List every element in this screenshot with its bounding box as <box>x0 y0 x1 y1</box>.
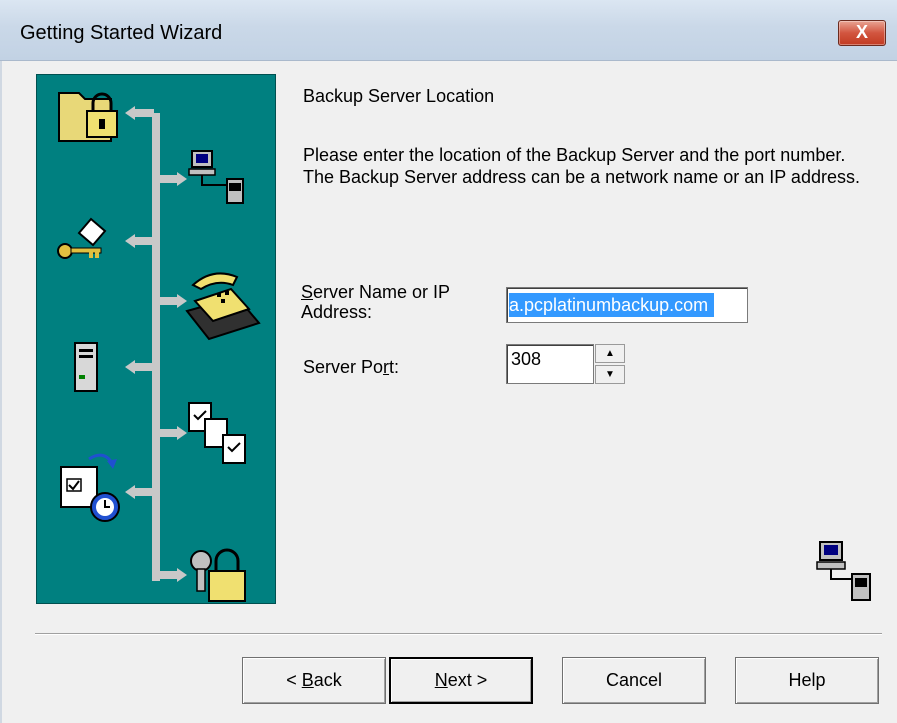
connector-line <box>152 113 160 581</box>
back-button[interactable]: < Back <box>242 657 386 704</box>
network-computers-icon <box>188 150 244 204</box>
arrow-up-icon: ▲ <box>605 348 615 359</box>
window-title: Getting Started Wizard <box>20 22 223 44</box>
keys-lock-icon <box>190 548 246 602</box>
port-spinner: ▲ ▼ <box>595 344 627 384</box>
phone-icon <box>185 272 261 341</box>
server-name-input[interactable]: a.pcplatinumbackup.com <box>506 287 748 323</box>
wizard-banner <box>36 74 276 604</box>
server-port-input[interactable]: 308 <box>506 344 594 384</box>
server-label-text: erver Name or IP Address: <box>301 282 450 322</box>
title-bar[interactable]: Getting Started Wizard X <box>0 0 897 61</box>
page-heading: Backup Server Location <box>303 86 495 106</box>
key-icon <box>57 217 107 259</box>
schedule-icon <box>60 453 120 522</box>
arrow-down-icon: ▼ <box>605 369 615 380</box>
documents-icon <box>188 402 246 464</box>
server-icon <box>74 342 98 392</box>
spin-up-button[interactable]: ▲ <box>595 344 625 363</box>
help-button-label: Help <box>788 670 826 690</box>
next-button-mnemonic: N <box>434 670 448 690</box>
footer-separator <box>35 633 882 635</box>
next-button[interactable]: Next > <box>389 657 533 704</box>
close-button[interactable]: X <box>838 20 886 46</box>
port-label-pre: Server Po <box>303 357 384 377</box>
back-button-mnemonic: B <box>301 670 314 690</box>
wizard-steps-graphic <box>57 92 261 602</box>
cancel-button[interactable]: Cancel <box>562 657 706 704</box>
help-button[interactable]: Help <box>735 657 879 704</box>
wizard-window: Getting Started Wizard X Backup Server L… <box>0 0 897 723</box>
port-label-post: t: <box>389 357 400 377</box>
server-name-label: Server Name or IP Address: <box>301 282 501 322</box>
network-computers-icon <box>816 541 871 601</box>
server-label-mnemonic: S <box>301 282 314 302</box>
cancel-button-label: Cancel <box>605 670 663 690</box>
folder-lock-icon <box>58 92 118 142</box>
spin-down-button[interactable]: ▼ <box>595 365 625 384</box>
close-icon: X <box>855 22 868 42</box>
server-name-value: a.pcplatinumbackup.com <box>509 293 715 317</box>
page-description: Please enter the location of the Backup … <box>303 145 860 187</box>
back-button-prefix: < <box>286 670 302 690</box>
server-port-label: Server Port: <box>303 357 399 378</box>
window-border <box>0 61 2 723</box>
next-button-label: ext > <box>447 670 488 690</box>
back-button-label: ack <box>313 670 342 690</box>
